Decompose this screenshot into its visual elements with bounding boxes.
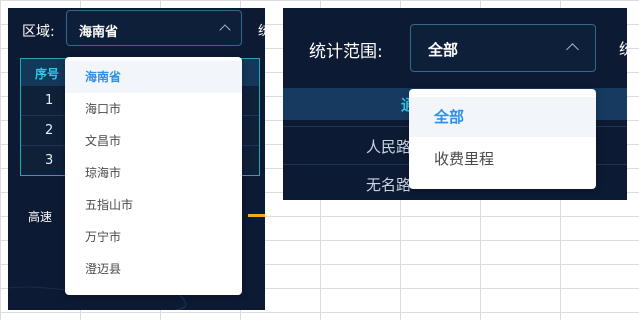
clipped-label-char: 统 [258, 24, 265, 39]
chevron-up-icon [566, 43, 579, 56]
clipped-label-char: 统 [619, 40, 627, 58]
region-dropdown-menu: 海南省 海口市 文昌市 琼海市 五指山市 万宁市 澄迈县 [65, 57, 242, 295]
dropdown-option[interactable]: 文昌市 [65, 125, 242, 157]
dropdown-option[interactable]: 万宁市 [65, 221, 242, 253]
column-header-index: 序号 [35, 67, 60, 81]
dropdown-option[interactable]: 澄迈县 [65, 253, 242, 285]
region-select-value: 海南省 [79, 25, 119, 40]
dropdown-option[interactable]: 琼海市 [65, 157, 242, 189]
highway-label: 高速 [28, 210, 53, 224]
highway-bar [248, 214, 265, 217]
scope-select[interactable]: 全部 [410, 24, 596, 72]
chevron-up-icon [219, 24, 231, 36]
dropdown-option[interactable]: 海口市 [65, 93, 242, 125]
scope-dropdown-menu: 全部 收费里程 [409, 89, 596, 189]
scope-filter-label: 统计范围: [309, 42, 383, 62]
region-select[interactable]: 海南省 [66, 10, 242, 46]
dropdown-option-selected[interactable]: 海南省 [65, 61, 242, 93]
scope-select-value: 全部 [428, 41, 459, 59]
dropdown-option[interactable]: 五指山市 [65, 189, 242, 221]
row-index: 1 [45, 93, 54, 108]
row-index: 2 [45, 123, 54, 138]
dropdown-option-selected[interactable]: 全部 [409, 97, 596, 137]
road-name: 人民路 [366, 138, 412, 156]
region-filter-label: 区域: [22, 24, 55, 40]
dropdown-option[interactable]: 收费里程 [409, 139, 596, 179]
row-index: 3 [45, 153, 54, 168]
road-name: 无名路 [366, 176, 412, 194]
